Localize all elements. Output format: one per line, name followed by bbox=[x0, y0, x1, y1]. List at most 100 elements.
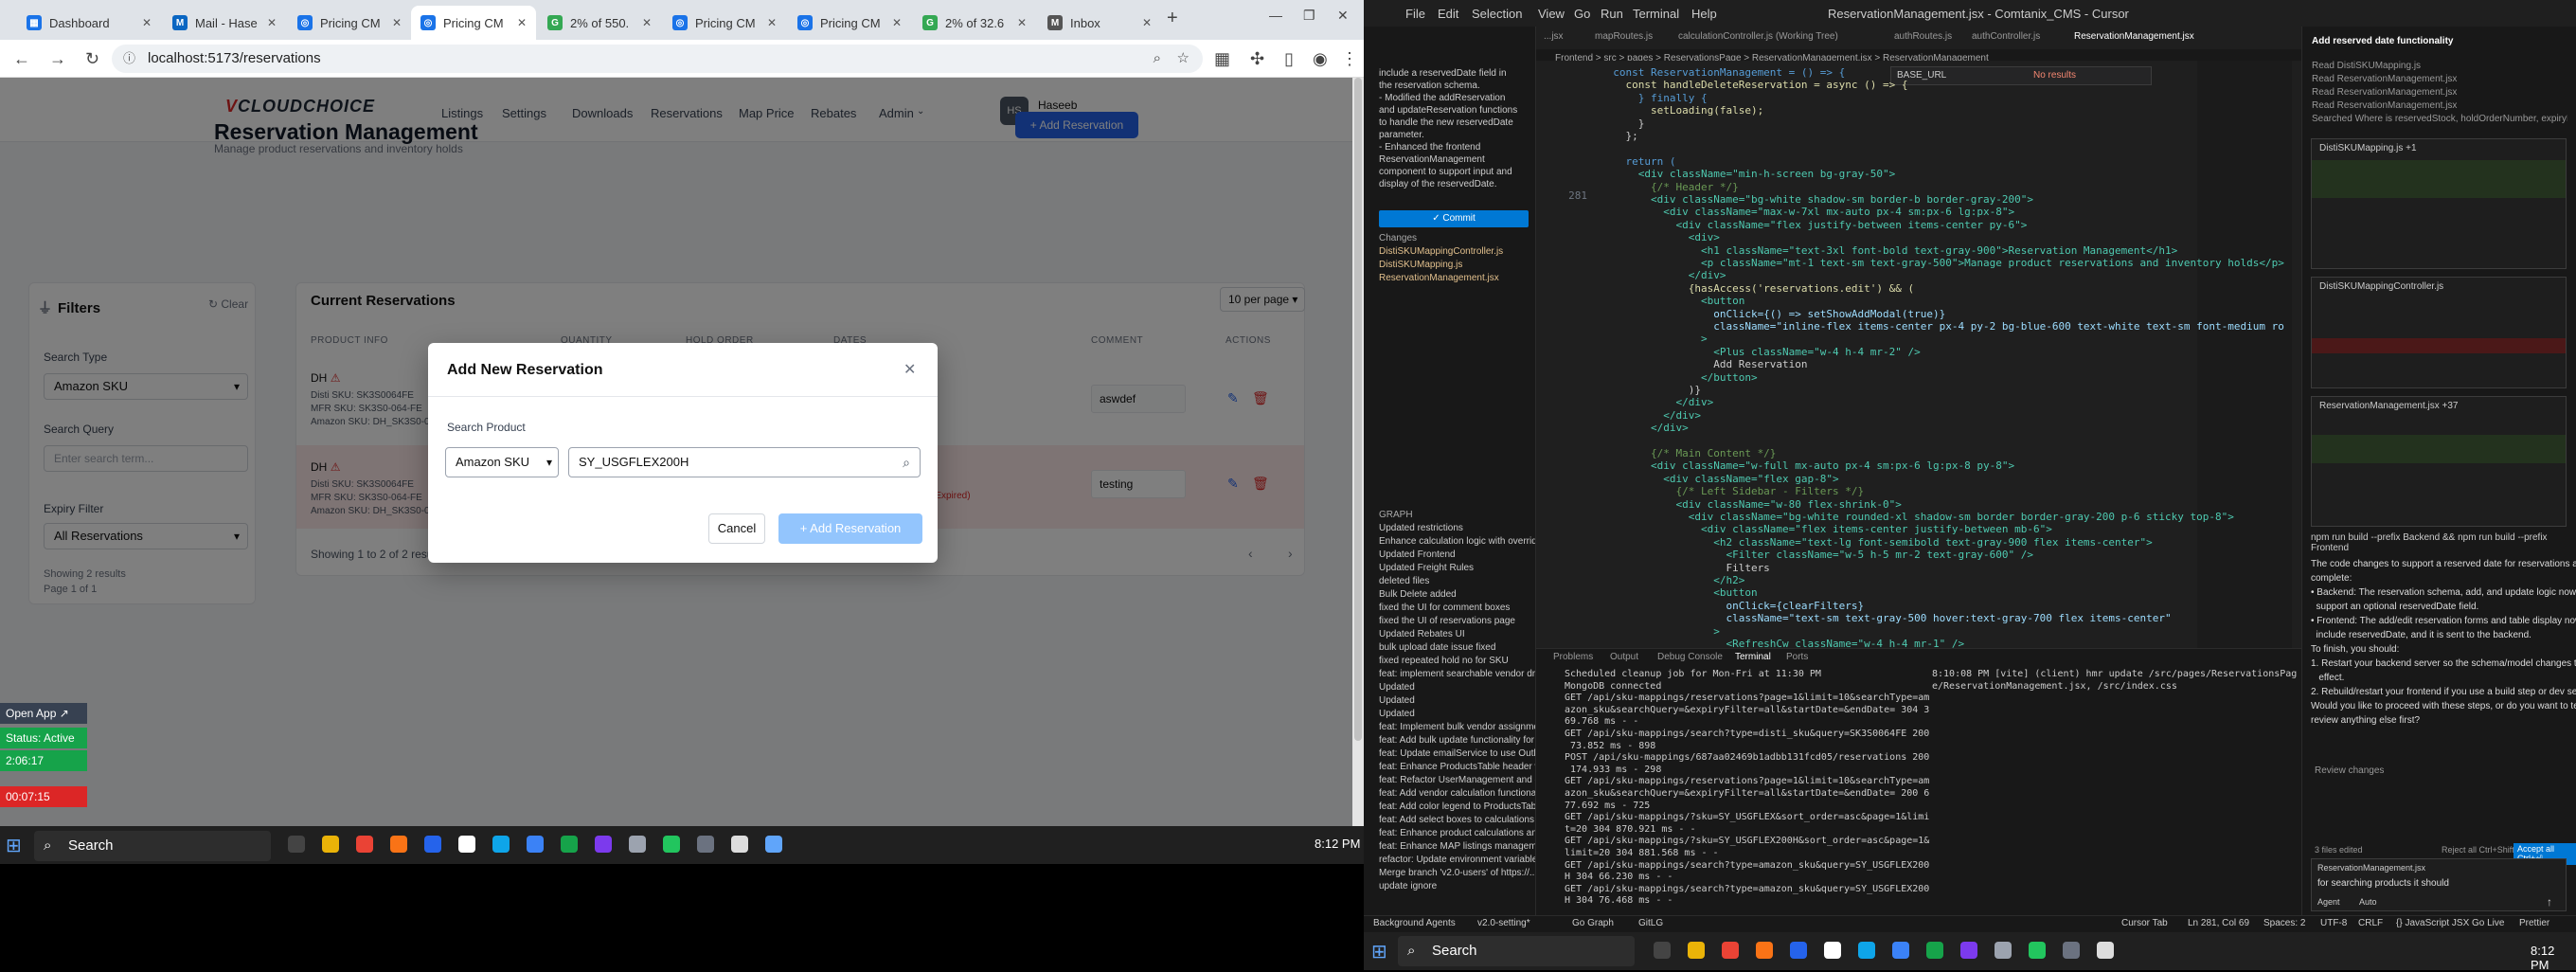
editor-tab[interactable]: ...jsx bbox=[1544, 31, 1564, 42]
code-line[interactable]: }; bbox=[1601, 130, 1637, 142]
graph-commit[interactable]: feat: Enhance product calculations and .… bbox=[1379, 828, 1535, 838]
graph-commit[interactable]: Updated bbox=[1379, 709, 1535, 719]
forward-icon[interactable]: → bbox=[49, 49, 66, 69]
bookmark-star-icon[interactable]: ☆ bbox=[1177, 45, 1190, 73]
excel-icon[interactable] bbox=[1926, 942, 1943, 959]
code-line[interactable]: </div> bbox=[1601, 422, 1689, 434]
app-icon[interactable] bbox=[492, 836, 510, 853]
menu-selection[interactable]: Selection bbox=[1472, 7, 1522, 21]
diff-card[interactable]: DistiSKUMappingController.js bbox=[2311, 277, 2567, 388]
close-tab-icon[interactable]: ✕ bbox=[267, 16, 277, 29]
changed-file[interactable]: ReservationManagement.jsx bbox=[1379, 273, 1535, 283]
graph-header[interactable]: GRAPH bbox=[1379, 510, 1535, 520]
app-icon[interactable] bbox=[1892, 942, 1909, 959]
code-line[interactable]: <div className="min-h-screen bg-gray-50"… bbox=[1601, 168, 1896, 180]
code-line[interactable]: > bbox=[1601, 625, 1720, 638]
panel-tab-problems[interactable]: Problems bbox=[1553, 652, 1593, 662]
code-line[interactable]: className="inline-flex items-center px-4… bbox=[1601, 320, 2284, 333]
excel-icon[interactable] bbox=[561, 836, 578, 853]
code-line[interactable]: <div className="w-80 flex-shrink-0"> bbox=[1601, 498, 1901, 511]
app-icon[interactable] bbox=[765, 836, 782, 853]
app-icon[interactable] bbox=[1756, 942, 1773, 959]
code-line[interactable]: <h1 className="text-3xl font-bold text-g… bbox=[1601, 244, 2177, 257]
panel-tab-debug[interactable]: Debug Console bbox=[1657, 652, 1723, 662]
code-line[interactable]: } finally { bbox=[1601, 92, 1708, 104]
graph-commit[interactable]: feat: Refactor UserManagement and en... bbox=[1379, 775, 1535, 785]
graph-commit[interactable]: Merge branch 'v2.0-users' of https://... bbox=[1379, 868, 1535, 878]
graph-commit[interactable]: deleted files bbox=[1379, 576, 1535, 586]
search-icon[interactable]: ⌕ bbox=[903, 448, 910, 477]
code-line[interactable]: Filters bbox=[1601, 562, 1769, 574]
close-tab-icon[interactable]: ✕ bbox=[1142, 16, 1152, 29]
reload-icon[interactable]: ↻ bbox=[85, 49, 99, 69]
panel-tab-terminal[interactable]: Terminal bbox=[1735, 652, 1771, 662]
graph-commit[interactable]: Updated bbox=[1379, 695, 1535, 706]
browser-tab[interactable]: ◎ Pricing CM ✕ bbox=[288, 6, 411, 40]
app-icon[interactable] bbox=[1995, 942, 2012, 959]
panel-tab-ports[interactable]: Ports bbox=[1786, 652, 1808, 662]
status-item[interactable]: Background Agents bbox=[1373, 918, 1456, 928]
graph-commit[interactable]: fixed the UI of reservations page bbox=[1379, 616, 1535, 626]
app-icon[interactable] bbox=[1824, 942, 1841, 959]
chrome-icon[interactable] bbox=[1722, 942, 1739, 959]
code-line[interactable]: const ReservationManagement = () => { bbox=[1601, 66, 1845, 79]
graph-commit[interactable]: feat: Enhance MAP listings managemen... bbox=[1379, 841, 1535, 852]
code-line[interactable]: </h2> bbox=[1601, 574, 1744, 586]
graph-commit[interactable]: fixed repeated hold no for SKU bbox=[1379, 656, 1535, 666]
app-icon[interactable] bbox=[390, 836, 407, 853]
graph-commit[interactable]: feat: Add color legend to ProductsTable.… bbox=[1379, 801, 1535, 812]
app-icon[interactable] bbox=[595, 836, 612, 853]
status-cursor-position[interactable]: Ln 281, Col 69 bbox=[2188, 918, 2249, 928]
code-line[interactable]: </div> bbox=[1601, 269, 1726, 281]
taskbar-search[interactable]: ⌕ Search bbox=[1398, 936, 1635, 966]
code-line[interactable]: <div className="bg-white rounded-xl shad… bbox=[1601, 511, 2234, 523]
diff-card[interactable]: DistiSKUMapping.js +1 bbox=[2311, 138, 2567, 269]
graph-commit[interactable]: Enhance calculation logic with override.… bbox=[1379, 536, 1535, 547]
close-icon[interactable]: ✕ bbox=[903, 360, 916, 379]
review-changes-link[interactable]: Review changes bbox=[2315, 765, 2384, 776]
menu-edit[interactable]: Edit bbox=[1438, 7, 1458, 21]
file-explorer-icon[interactable] bbox=[322, 836, 339, 853]
graph-commit[interactable]: feat: Add bulk update functionality for … bbox=[1379, 735, 1535, 746]
task-view-icon[interactable] bbox=[1654, 942, 1671, 959]
menu-view[interactable]: View bbox=[1538, 7, 1565, 21]
app-icon[interactable] bbox=[1858, 942, 1875, 959]
code-line[interactable]: setLoading(false); bbox=[1601, 104, 1763, 117]
app-icon[interactable] bbox=[2063, 942, 2080, 959]
status-golive[interactable]: Go Live bbox=[2472, 918, 2504, 928]
app-icon[interactable] bbox=[629, 836, 646, 853]
status-item[interactable]: Cursor Tab bbox=[2121, 918, 2168, 928]
changed-file[interactable]: DistiSKUMappingController.js bbox=[1379, 246, 1535, 257]
code-line[interactable]: <Plus className="w-4 h-4 mr-2" /> bbox=[1601, 346, 1921, 358]
windows-start-icon[interactable]: ⊞ bbox=[1371, 940, 1387, 963]
graph-commit[interactable]: update ignore bbox=[1379, 881, 1535, 891]
status-language[interactable]: {} JavaScript JSX bbox=[2396, 918, 2469, 928]
graph-commit[interactable]: refactor: Update environment variable ..… bbox=[1379, 855, 1535, 865]
menu-file[interactable]: File bbox=[1405, 7, 1425, 21]
browser-tab[interactable]: M Mail - Hase ✕ bbox=[163, 6, 286, 40]
code-line[interactable]: Add Reservation bbox=[1601, 358, 1807, 370]
browser-tab[interactable]: ◎ Pricing CM ✕ bbox=[663, 6, 786, 40]
editor-tab[interactable]: authController.js bbox=[1972, 31, 2040, 42]
app-icon[interactable] bbox=[697, 836, 714, 853]
chat-context-tag[interactable]: ReservationManagement.jsx bbox=[2317, 863, 2425, 873]
task-view-icon[interactable] bbox=[288, 836, 305, 853]
code-line[interactable]: <button bbox=[1601, 586, 1757, 599]
code-line[interactable]: {hasAccess('reservations.edit') && ( bbox=[1601, 282, 1914, 295]
app-icon[interactable] bbox=[2097, 942, 2114, 959]
graph-commit[interactable]: Updated Freight Rules bbox=[1379, 563, 1535, 573]
close-tab-icon[interactable]: ✕ bbox=[142, 16, 152, 29]
app-icon[interactable] bbox=[527, 836, 544, 853]
code-line[interactable]: <div className="w-full mx-auto px-4 sm:p… bbox=[1601, 459, 2014, 472]
file-explorer-icon[interactable] bbox=[1688, 942, 1705, 959]
code-line[interactable]: <h2 className="text-lg font-semibold tex… bbox=[1601, 536, 2153, 549]
graph-commit[interactable]: Updated restrictions bbox=[1379, 523, 1535, 533]
code-line[interactable]: <div className="flex justify-between ite… bbox=[1601, 219, 2027, 231]
extensions-grid-icon[interactable]: ▦ bbox=[1214, 49, 1230, 69]
app-icon[interactable] bbox=[731, 836, 748, 853]
windows-start-icon[interactable]: ⊞ bbox=[6, 834, 22, 857]
commit-button[interactable]: ✓ Commit bbox=[1379, 210, 1529, 227]
code-line[interactable]: const handleDeleteReservation = async ()… bbox=[1601, 79, 1907, 91]
app-icon[interactable] bbox=[1960, 942, 1977, 959]
code-line[interactable]: {/* Header */} bbox=[1601, 181, 1739, 193]
